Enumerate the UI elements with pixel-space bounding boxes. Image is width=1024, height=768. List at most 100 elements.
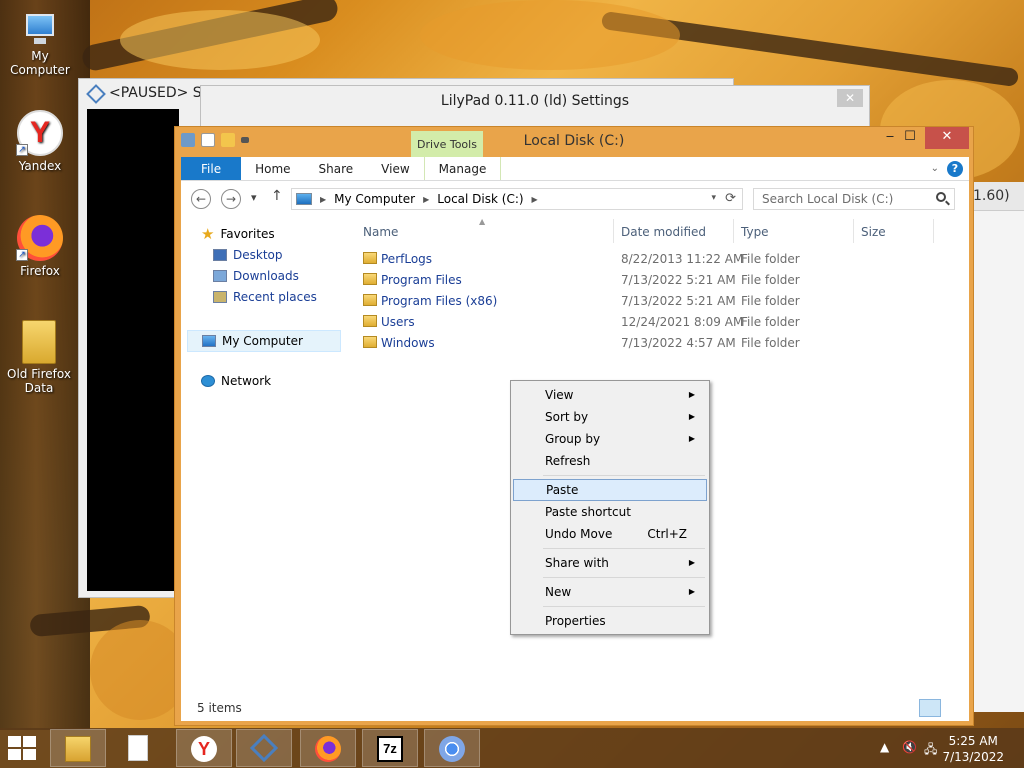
up-button[interactable]: ↑ (271, 188, 283, 204)
file-row[interactable]: PerfLogs 8/22/2013 11:22 AM File folder (351, 249, 951, 270)
column-header-size[interactable]: Size (861, 225, 886, 239)
window-title: Local Disk (C:) (523, 133, 625, 149)
breadcrumb-separator[interactable]: ▶ (423, 195, 429, 204)
desktop-icon-yandex[interactable]: Y ↗ Yandex (0, 110, 80, 173)
breadcrumb-local-disk[interactable]: Local Disk (C:) (437, 192, 523, 206)
firefox-icon (315, 736, 341, 762)
menu-item-label: Undo Move (545, 527, 613, 541)
file-type: File folder (741, 294, 800, 308)
nav-recent-places[interactable]: Recent places (213, 290, 317, 304)
nav-downloads[interactable]: Downloads (213, 269, 299, 283)
close-button[interactable]: ✕ (925, 127, 969, 149)
submenu-arrow-icon: ▶ (688, 412, 695, 421)
volume-muted-icon[interactable]: 🔇 (902, 740, 917, 754)
background-window-text: 1.60) (969, 182, 1024, 211)
file-row[interactable]: Windows 7/13/2022 4:57 AM File folder (351, 333, 951, 354)
menu-item-paste-shortcut[interactable]: Paste shortcut (513, 501, 707, 523)
nav-network[interactable]: Network (201, 374, 271, 388)
desktop-icon-old-firefox-data[interactable]: Old Firefox Data (0, 320, 78, 395)
desktop-icon (213, 249, 227, 261)
folder-icon (363, 336, 377, 348)
menu-item-undo-move[interactable]: Undo Move Ctrl+Z (513, 523, 707, 545)
menu-item-refresh[interactable]: Refresh (513, 450, 707, 472)
file-row[interactable]: Users 12/24/2021 8:09 AM File folder (351, 312, 951, 333)
submenu-arrow-icon: ▶ (688, 558, 695, 567)
address-dropdown-icon[interactable]: ▾ (711, 193, 716, 203)
address-box[interactable]: ▶ My Computer ▶ Local Disk (C:) ▶ ▾ ⟳ (291, 188, 743, 210)
back-button[interactable]: ← (191, 189, 211, 209)
tab-file[interactable]: File (181, 157, 242, 180)
title-bar[interactable]: Local Disk (C:) ‒ ☐ ✕ (175, 127, 973, 157)
taskbar-pcsx2[interactable] (236, 729, 292, 767)
column-header-name[interactable]: Name (363, 225, 398, 239)
menu-item-group-by[interactable]: Group by ▶ (513, 428, 707, 450)
search-placeholder: Search Local Disk (C:) (762, 192, 894, 206)
column-header-type[interactable]: Type (741, 225, 769, 239)
menu-item-paste[interactable]: Paste (513, 479, 707, 501)
forward-button[interactable]: → (221, 189, 241, 209)
menu-item-label: Share with (545, 556, 609, 570)
nav-my-computer[interactable]: My Computer (187, 330, 341, 352)
taskbar-notepad[interactable] (114, 729, 170, 767)
start-button[interactable] (8, 736, 38, 760)
menu-item-sort-by[interactable]: Sort by ▶ (513, 406, 707, 428)
menu-separator (543, 577, 705, 578)
show-hidden-icons-chevron-icon[interactable]: ▲ (880, 740, 889, 754)
desktop-icon-my-computer[interactable]: My Computer (0, 12, 80, 77)
network-icon (201, 375, 215, 387)
help-icon[interactable]: ? (947, 160, 963, 177)
menu-item-label: Properties (545, 614, 606, 628)
tab-share[interactable]: Share (305, 157, 368, 180)
desktop-icon-label: Yandex (18, 159, 62, 173)
taskbar-firefox[interactable] (300, 729, 356, 767)
taskbar-7zip[interactable]: 7z (362, 729, 418, 767)
nav-desktop[interactable]: Desktop (213, 248, 283, 262)
menu-item-properties[interactable]: Properties (513, 610, 707, 632)
expand-ribbon-icon[interactable]: ⌄ (931, 163, 939, 174)
menu-item-share-with[interactable]: Share with ▶ (513, 552, 707, 574)
taskbar-file-explorer[interactable] (50, 729, 106, 767)
clock-time: 5:25 AM (948, 734, 998, 748)
file-name: Program Files (x86) (381, 294, 498, 308)
menu-item-view[interactable]: View ▶ (513, 384, 707, 406)
column-separator[interactable] (613, 219, 614, 243)
network-icon[interactable]: 🖧 (924, 740, 937, 761)
clock-date: 7/13/2022 (942, 750, 1004, 764)
menu-item-label: View (545, 388, 574, 402)
column-header-date-modified[interactable]: Date modified (621, 225, 706, 239)
recent-places-icon (213, 291, 227, 303)
refresh-icon[interactable]: ⟳ (725, 191, 736, 206)
column-separator[interactable] (933, 219, 934, 243)
taskbar-chrome[interactable] (424, 729, 480, 767)
taskbar-yandex[interactable]: Y (176, 729, 232, 767)
close-button[interactable]: ✕ (837, 89, 863, 107)
desktop-icon-label: Old Firefox Data (7, 367, 71, 395)
desktop-icon-firefox[interactable]: ↗ Firefox (0, 215, 80, 278)
search-icon[interactable] (936, 192, 946, 202)
menu-item-new[interactable]: New ▶ (513, 581, 707, 603)
details-view-button[interactable] (919, 699, 941, 717)
shortcut-arrow-icon: ↗ (16, 249, 28, 261)
column-separator[interactable] (853, 219, 854, 243)
menu-item-label: Refresh (545, 454, 591, 468)
search-input[interactable]: Search Local Disk (C:) (753, 188, 955, 210)
recent-locations-chevron-icon[interactable]: ▾ (251, 191, 257, 204)
folder-icon (363, 273, 377, 285)
file-row[interactable]: Program Files (x86) 7/13/2022 5:21 AM Fi… (351, 291, 951, 312)
tab-view[interactable]: View (367, 157, 423, 180)
file-date: 12/24/2021 8:09 AM (621, 315, 744, 329)
breadcrumb-my-computer[interactable]: My Computer (334, 192, 415, 206)
desktop-icon-label: My Computer (10, 49, 70, 77)
tab-home[interactable]: Home (241, 157, 304, 180)
maximize-button[interactable]: ☐ (895, 127, 925, 149)
tab-manage[interactable]: Manage (423, 157, 502, 180)
large-icons-view-button[interactable] (943, 699, 965, 717)
nav-favorites[interactable]: ★ Favorites (201, 225, 275, 243)
clock[interactable]: 5:25 AM 7/13/2022 (942, 733, 1004, 765)
breadcrumb-separator[interactable]: ▶ (320, 195, 326, 204)
breadcrumb-separator[interactable]: ▶ (532, 195, 538, 204)
background-window-strip[interactable]: 1.60) (968, 182, 1024, 712)
column-separator[interactable] (733, 219, 734, 243)
file-row[interactable]: Program Files 7/13/2022 5:21 AM File fol… (351, 270, 951, 291)
downloads-icon (213, 270, 227, 282)
